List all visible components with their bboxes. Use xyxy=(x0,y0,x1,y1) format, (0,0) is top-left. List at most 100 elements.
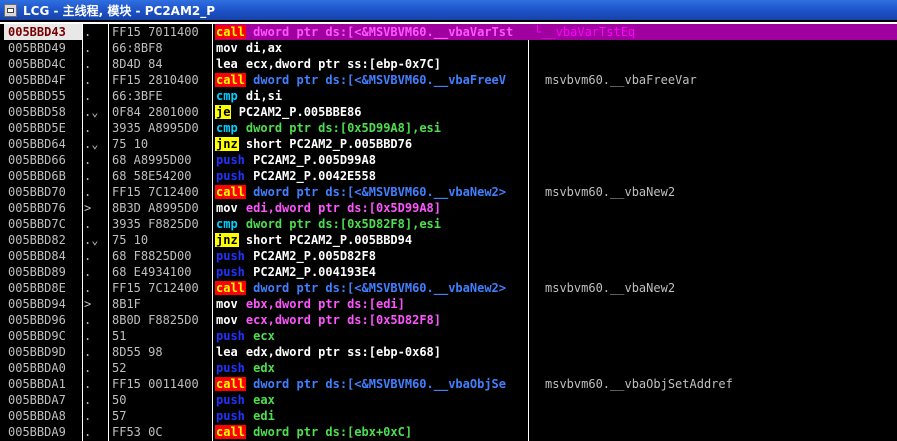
row-disassembly: cmp dword ptr ds:[0x5D82F8],esi xyxy=(215,216,528,232)
row-address: 005BBD55 xyxy=(8,89,66,103)
row-disassembly: je PC2AM2_P.005BBE86 xyxy=(215,104,528,120)
row-address: 005BBDA1 xyxy=(8,377,66,391)
row-address: 005BBD89 xyxy=(8,265,66,279)
ollydbg-window-icon[interactable] xyxy=(4,3,17,17)
row-operands: edx,dword ptr ss:[ebp-0x68] xyxy=(245,345,441,359)
row-mnemonic: mov xyxy=(216,41,238,55)
disassembly-pane[interactable]: 005BBD43. FF15 7011400 call dword ptr ds:[… xyxy=(0,22,897,441)
row-mnemonic: jnz xyxy=(215,137,239,151)
disasm-row[interactable]: 005BBD94 >8B1F mov ebx,dword ptr ds:[edi] xyxy=(0,296,897,312)
disasm-row[interactable]: 005BBDA9. FF53 0C call dword ptr ds:[ebx+0… xyxy=(0,424,897,440)
row-operands: dword ptr ds:[ebx+0xC] xyxy=(253,425,413,439)
row-flow-marker: . xyxy=(84,73,92,87)
disasm-row[interactable]: 005BBD58 .⌄ 0F84 2801000 je PC2AM2_P.005BBE… xyxy=(0,104,897,120)
row-operands: dword ptr ds:[0x5D99A8],esi xyxy=(245,121,441,135)
row-hex-bytes: 68 E4934100 xyxy=(112,265,192,279)
row-operands: ecx xyxy=(253,329,275,343)
row-disassembly: mov edi,dword ptr ds:[0x5D99A8] xyxy=(215,200,528,216)
row-operands: PC2AM2_P.005BBE86 xyxy=(238,105,362,119)
disasm-row[interactable]: 005BBD76 >8B3D A8995D0 mov edi,dword ptr d… xyxy=(0,200,897,216)
disasm-row[interactable]: 005BBD5E. 3935 A8995D0 cmp dword ptr ds:[0… xyxy=(0,120,897,136)
row-hex-bytes: FF15 0011400 xyxy=(112,377,199,391)
row-hex-bytes: 3935 F8825D0 xyxy=(112,217,199,231)
row-operands: PC2AM2_P.005D99A8 xyxy=(253,153,376,167)
row-hex-bytes: FF53 0C xyxy=(112,425,163,439)
disasm-row[interactable]: 005BBDA0. 52 push edx xyxy=(0,360,897,376)
row-flow-marker: . xyxy=(84,281,92,295)
row-hex-bytes: 68 58E54200 xyxy=(112,169,192,183)
row-operands: dword ptr ds:[<&MSVBVM60.__vbaNew2> xyxy=(253,185,507,199)
row-disassembly: mov ecx,dword ptr ds:[0x5D82F8] xyxy=(215,312,528,328)
row-disassembly: call dword ptr ds:[<&MSVBVM60.__vbaObjSe xyxy=(215,376,528,392)
row-mnemonic: jnz xyxy=(215,233,239,247)
row-disassembly: jnz short PC2AM2_P.005BBD76 xyxy=(215,136,528,152)
window-titlebar[interactable]: LCG - 主线程, 模块 - PC2AM2_P xyxy=(0,0,897,20)
row-operands: short PC2AM2_P.005BBD76 xyxy=(245,137,413,151)
row-hex-bytes: 68 A8995D00 xyxy=(112,153,192,167)
disasm-row[interactable]: 005BBD6B. 68 58E54200 push PC2AM2_P.0042E5… xyxy=(0,168,897,184)
row-address: 005BBD7C xyxy=(8,217,66,231)
row-mnemonic: push xyxy=(216,265,245,279)
disasm-row[interactable]: 005BBD4F. FF15 2810400 call dword ptr ds:[… xyxy=(0,72,897,88)
disasm-row[interactable]: 005BBDA7. 50 push eax xyxy=(0,392,897,408)
disasm-row[interactable]: 005BBD7C. 3935 F8825D0 cmp dword ptr ds:[0… xyxy=(0,216,897,232)
row-address: 005BBDA0 xyxy=(8,361,66,375)
row-disassembly: push PC2AM2_P.0042E558 xyxy=(215,168,528,184)
disasm-row[interactable]: 005BBD9C. 51 push ecx xyxy=(0,328,897,344)
row-flow-marker: . xyxy=(84,249,92,263)
row-disassembly: lea edx,dword ptr ss:[ebp-0x68] xyxy=(215,344,528,360)
disasm-row[interactable]: 005BBD84. 68 F8825D00 push PC2AM2_P.005D82… xyxy=(0,248,897,264)
disasm-row[interactable]: 005BBD89. 68 E4934100 push PC2AM2_P.004193… xyxy=(0,264,897,280)
disasm-row[interactable]: 005BBD82 .⌄ 75 10 jnz short PC2AM2_P.005BBD… xyxy=(0,232,897,248)
row-address: 005BBD4F xyxy=(8,73,66,87)
row-address: 005BBD66 xyxy=(8,153,66,167)
row-address: 005BBD6B xyxy=(8,169,66,183)
row-operands: edx xyxy=(253,361,275,375)
row-address: 005BBD49 xyxy=(8,41,66,55)
disasm-row[interactable]: 005BBDA1. FF15 0011400 call dword ptr ds:[… xyxy=(0,376,897,392)
disasm-row[interactable]: 005BBD4C. 8D4D 84 lea ecx,dword ptr ss:[eb… xyxy=(0,56,897,72)
row-mnemonic: mov xyxy=(216,201,238,215)
row-operands: PC2AM2_P.004193E4 xyxy=(253,265,376,279)
row-flow-marker: .⌄ xyxy=(84,137,99,151)
disasm-row[interactable]: 005BBD8E. FF15 7C12400 call dword ptr ds:[… xyxy=(0,280,897,296)
row-address: 005BBD8E xyxy=(8,281,66,295)
row-mnemonic: mov xyxy=(216,313,238,327)
row-mnemonic: mov xyxy=(216,297,238,311)
row-operands: dword ptr ds:[0x5D82F8],esi xyxy=(245,217,441,231)
row-mnemonic: lea xyxy=(216,345,238,359)
disasm-row[interactable]: 005BBD96. 8B0D F8825D0 mov ecx,dword ptr d… xyxy=(0,312,897,328)
row-operands: di,ax xyxy=(245,41,283,55)
row-flow-marker: . xyxy=(84,153,92,167)
row-comment: msvbvm60.__vbaNew2 xyxy=(545,185,676,199)
row-comment: └__vbaVarTstEq xyxy=(528,24,897,40)
row-address: 005BBD9D xyxy=(8,345,66,359)
row-operands: edi,dword ptr ds:[0x5D99A8] xyxy=(245,201,441,215)
disasm-row[interactable]: 005BBD9D. 8D55 98 lea edx,dword ptr ss:[eb… xyxy=(0,344,897,360)
window-title: LCG - 主线程, 模块 - PC2AM2_P xyxy=(23,3,216,18)
row-mnemonic: push xyxy=(216,169,245,183)
disasm-row[interactable]: 005BBD66. 68 A8995D00 push PC2AM2_P.005D99… xyxy=(0,152,897,168)
disasm-row[interactable]: 005BBD55. 66:3BFE cmp di,si xyxy=(0,88,897,104)
disasm-row[interactable]: 005BBD49. 66:8BF8 mov di,ax xyxy=(0,40,897,56)
row-mnemonic: push xyxy=(216,249,245,263)
row-mnemonic: call xyxy=(215,425,246,439)
row-flow-marker: . xyxy=(84,25,92,39)
row-operands: dword ptr ds:[<&MSVBVM60.__vbaObjSe xyxy=(253,377,507,391)
row-disassembly: lea ecx,dword ptr ss:[ebp-0x7C] xyxy=(215,56,528,72)
disasm-row[interactable]: 005BBD70. FF15 7C12400 call dword ptr ds:[… xyxy=(0,184,897,200)
disasm-row[interactable]: 005BBD43. FF15 7011400 call dword ptr ds:[… xyxy=(0,24,897,40)
row-disassembly: jnz short PC2AM2_P.005BBD94 xyxy=(215,232,528,248)
row-address: 005BBD4C xyxy=(8,57,66,71)
row-mnemonic: push xyxy=(216,361,245,375)
disasm-row[interactable]: 005BBDA8. 57 push edi xyxy=(0,408,897,424)
row-address: 005BBD94 xyxy=(8,297,66,311)
row-mnemonic: call xyxy=(215,377,246,391)
disasm-row[interactable]: 005BBD64 .⌄ 75 10 jnz short PC2AM2_P.005BBD… xyxy=(0,136,897,152)
row-operands: di,si xyxy=(245,89,283,103)
row-address: 005BBD58 xyxy=(8,105,66,119)
row-disassembly: push edx xyxy=(215,360,528,376)
row-address: 005BBD82 xyxy=(8,233,66,247)
row-operands: dword ptr ds:[<&MSVBVM60.__vbaFreeV xyxy=(253,73,507,87)
row-flow-marker: . xyxy=(84,265,92,279)
